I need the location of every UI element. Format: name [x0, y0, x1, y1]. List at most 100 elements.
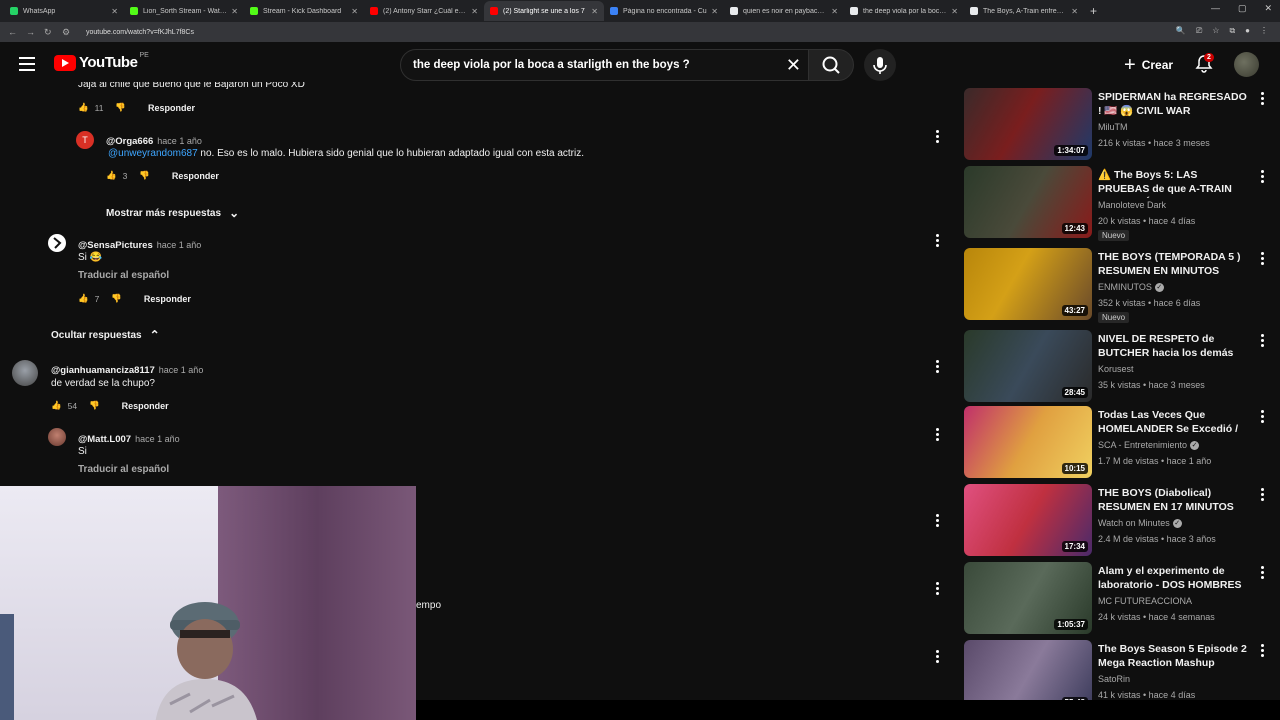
video-channel[interactable]: Manoloteve Dark [1098, 200, 1166, 210]
video-title[interactable]: THE BOYS (Diabolical) RESUMEN EN 17 MINU… [1098, 486, 1248, 514]
tab-close-icon[interactable]: ✕ [951, 7, 958, 16]
comment-menu-icon[interactable] [936, 130, 940, 145]
mention-link[interactable]: @unweyrandom687 [108, 148, 198, 159]
video-title[interactable]: Alam y el experimento de laboratorio - D… [1098, 564, 1248, 594]
translate-button[interactable]: Traducir al español [78, 464, 169, 475]
video-channel[interactable]: MC FUTUREACCIONA [1098, 596, 1192, 606]
new-tab-icon[interactable]: + [1084, 4, 1103, 18]
comment-menu-icon[interactable] [936, 650, 940, 665]
like-icon[interactable]: 👍 [78, 293, 89, 304]
browser-tab[interactable]: Stream - Kick Dashboard ✕ [244, 1, 364, 21]
youtube-logo[interactable]: YouTube PE [54, 52, 149, 71]
video-thumbnail[interactable]: 1:34:07 [964, 88, 1092, 160]
comment-time[interactable]: hace 1 año [159, 365, 204, 375]
browser-tab[interactable]: WhatsApp ✕ [4, 1, 124, 21]
clear-search-icon[interactable]: ✕ [786, 55, 801, 76]
video-thumbnail[interactable]: 28:45 [964, 330, 1092, 402]
browser-tab[interactable]: the deep viola por la boca a sta ✕ [844, 1, 964, 21]
comment-menu-icon[interactable] [936, 582, 940, 597]
video-channel[interactable]: MiluTM [1098, 122, 1128, 132]
comment-menu-icon[interactable] [936, 428, 940, 443]
video-menu-icon[interactable] [1261, 334, 1265, 349]
tab-close-icon[interactable]: ✕ [351, 7, 358, 16]
video-title[interactable]: The Boys Season 5 Episode 2 Mega Reactio… [1098, 642, 1248, 670]
recommended-video[interactable]: 12:43 ⚠️ The Boys 5: LAS PRUEBAS de que A… [964, 166, 1274, 241]
avatar[interactable] [12, 360, 38, 386]
video-thumbnail[interactable]: 17:34 [964, 484, 1092, 556]
browser-tab[interactable]: The Boys, A-Train enfrenta una ✕ [964, 1, 1084, 21]
video-channel[interactable]: Watch on Minutes ✓ [1098, 518, 1182, 529]
comment-menu-icon[interactable] [936, 234, 940, 249]
browser-tab[interactable]: quien es noir en payback de th ✕ [724, 1, 844, 21]
close-window-icon[interactable]: ✕ [1264, 3, 1272, 14]
recommended-video[interactable]: 1:34:07 SPIDERMAN ha REGRESADO ! 🇺🇸 😱 CIV… [964, 88, 1274, 162]
comment-menu-icon[interactable] [936, 514, 940, 529]
reply-button[interactable]: Responder [144, 294, 191, 304]
voice-search-button[interactable] [864, 49, 896, 81]
recommended-video[interactable]: 43:27 THE BOYS (TEMPORADA 5 ) RESUMEN EN … [964, 248, 1274, 323]
reply-button[interactable]: Responder [122, 401, 169, 411]
hamburger-menu-icon[interactable] [19, 57, 35, 71]
video-menu-icon[interactable] [1261, 566, 1265, 581]
comment-menu-icon[interactable] [936, 360, 940, 375]
reload-icon[interactable]: ↻ [44, 27, 56, 38]
video-channel[interactable]: ENMINUTOS ✓ [1098, 282, 1164, 293]
site-info-icon[interactable]: ⚙ [62, 27, 74, 38]
video-title[interactable]: THE BOYS (TEMPORADA 5 ) RESUMEN EN MINUT… [1098, 250, 1248, 278]
tab-close-icon[interactable]: ✕ [1071, 7, 1078, 16]
hide-replies-button[interactable]: Ocultar respuestas ⌃ [51, 328, 160, 342]
dislike-icon[interactable]: 👎 [139, 170, 150, 181]
video-title[interactable]: Todas Las Veces Que HOMELANDER Se Excedi… [1098, 408, 1248, 438]
comment-author[interactable]: @SensaPictures [78, 240, 153, 251]
dislike-icon[interactable]: 👎 [111, 293, 122, 304]
search-input[interactable] [413, 56, 773, 74]
url-field[interactable]: youtube.com/watch?v=fKJhL7f8Cs [86, 29, 194, 36]
comment-time[interactable]: hace 1 año [135, 434, 180, 444]
like-icon[interactable]: 👍 [106, 170, 117, 181]
profile-icon[interactable]: ● [1245, 26, 1250, 36]
recommended-video[interactable]: 10:15 Todas Las Veces Que HOMELANDER Se E… [964, 406, 1274, 480]
back-icon[interactable]: ← [8, 27, 20, 37]
video-menu-icon[interactable] [1261, 644, 1265, 659]
cast-icon[interactable]: ⎚ [1196, 26, 1202, 36]
video-title[interactable]: SPIDERMAN ha REGRESADO ! 🇺🇸 😱 CIVIL WAR … [1098, 90, 1248, 120]
extensions-icon[interactable]: ⧉ [1229, 26, 1235, 36]
show-more-replies-button[interactable]: Mostrar más respuestas ⌄ [106, 206, 239, 220]
video-menu-icon[interactable] [1261, 488, 1265, 503]
video-menu-icon[interactable] [1261, 170, 1265, 185]
dislike-icon[interactable]: 👎 [89, 400, 100, 411]
like-icon[interactable]: 👍 [51, 400, 62, 411]
comment-author[interactable]: @Orga666 [106, 136, 153, 147]
comment-author[interactable]: @Matt.L007 [78, 434, 131, 445]
video-thumbnail[interactable]: 10:15 [964, 406, 1092, 478]
video-title[interactable]: NIVEL DE RESPETO de BUTCHER hacia los de… [1098, 332, 1248, 362]
video-thumbnail[interactable]: 43:27 [964, 248, 1092, 320]
tab-close-icon[interactable]: ✕ [591, 7, 598, 16]
comment-time[interactable]: hace 1 año [157, 136, 202, 146]
tab-close-icon[interactable]: ✕ [471, 7, 478, 16]
like-icon[interactable]: 👍 [78, 102, 89, 113]
translate-button[interactable]: Traducir al español [78, 270, 169, 281]
tab-close-icon[interactable]: ✕ [831, 7, 838, 16]
recommended-video[interactable]: 17:34 THE BOYS (Diabolical) RESUMEN EN 17… [964, 484, 1274, 558]
recommended-video[interactable]: 28:45 NIVEL DE RESPETO de BUTCHER hacia l… [964, 330, 1274, 404]
recommended-video[interactable]: 1:05:37 Alam y el experimento de laborato… [964, 562, 1274, 636]
video-thumbnail[interactable]: 12:43 [964, 166, 1092, 238]
tab-close-icon[interactable]: ✕ [111, 7, 118, 16]
video-channel[interactable]: SatoRin [1098, 674, 1130, 684]
video-menu-icon[interactable] [1261, 252, 1265, 267]
browser-tab[interactable]: (2) Antony Starr ¿Cuál es la ✕ [364, 1, 484, 21]
video-channel[interactable]: SCA - Entretenimiento ✓ [1098, 440, 1200, 451]
bookmark-star-icon[interactable]: ☆ [1212, 26, 1219, 36]
video-menu-icon[interactable] [1261, 92, 1265, 107]
avatar[interactable] [48, 428, 66, 446]
dislike-icon[interactable]: 👎 [115, 102, 126, 113]
search-button[interactable] [808, 49, 854, 81]
browser-tab[interactable]: Lion_Sorth Stream - Watch Live✕ [124, 1, 244, 21]
avatar[interactable] [48, 234, 66, 252]
user-avatar[interactable] [1234, 52, 1259, 77]
menu-icon[interactable]: ⋮ [1260, 26, 1268, 36]
forward-icon[interactable]: → [26, 27, 38, 37]
video-menu-icon[interactable] [1261, 410, 1265, 425]
tab-close-icon[interactable]: ✕ [711, 7, 718, 16]
